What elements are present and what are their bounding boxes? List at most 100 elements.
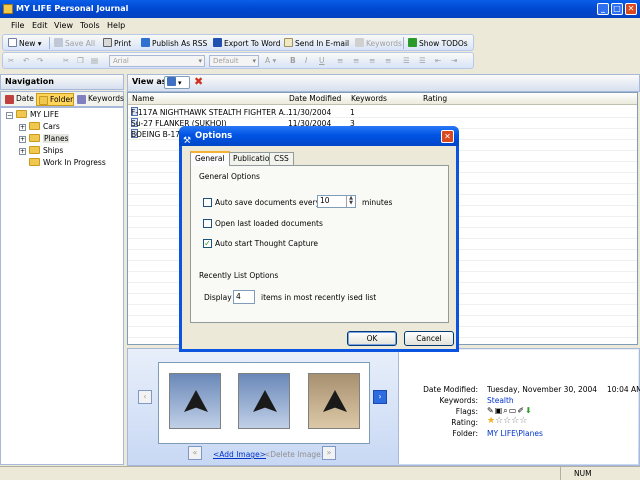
- tree-item-work-in-progress[interactable]: Work In Progress: [29, 158, 106, 168]
- pencil-icon[interactable]: ✐: [517, 406, 525, 415]
- print-button[interactable]: Print: [103, 38, 131, 49]
- tab-folder[interactable]: Folder: [36, 93, 74, 106]
- indent-icon[interactable]: ⇥: [451, 56, 457, 66]
- jet-image: [253, 390, 277, 412]
- tree-item-planes[interactable]: + Planes: [19, 134, 70, 144]
- tab-css[interactable]: CSS: [269, 152, 294, 165]
- spinner-arrows-icon[interactable]: ▲ ▼: [346, 196, 355, 207]
- key-icon: [355, 38, 364, 47]
- tree-item-my-life[interactable]: − MY LIFE: [6, 110, 59, 120]
- cut-icon[interactable]: ✂: [63, 56, 69, 66]
- image-thumbnail[interactable]: [169, 373, 221, 429]
- view-mode-dropdown[interactable]: ▾: [164, 76, 190, 89]
- column-name[interactable]: Name: [132, 94, 154, 103]
- auto-start-checkbox[interactable]: ✓: [203, 239, 212, 248]
- menu-bar: File Edit View Tools Help: [0, 18, 640, 34]
- rating-star-icon[interactable]: ☆: [519, 416, 527, 426]
- table-row[interactable]: F-117A NIGHTHAWK STEALTH FIGHTER A... 11…: [128, 107, 637, 118]
- justify-icon[interactable]: ≡: [385, 56, 391, 66]
- row-name: F-117A NIGHTHAWK STEALTH FIGHTER A...: [131, 108, 291, 117]
- undo-icon[interactable]: ↶: [23, 56, 29, 66]
- status-divider: [560, 467, 561, 480]
- show-todos-button[interactable]: Show TODOs: [408, 38, 468, 49]
- first-image-button[interactable]: «: [188, 446, 202, 460]
- column-date-modified[interactable]: Date Modified: [289, 94, 341, 103]
- publish-rss-button[interactable]: Publish As RSS: [141, 38, 207, 49]
- cancel-button[interactable]: Cancel: [404, 331, 454, 346]
- align-center-icon[interactable]: ≡: [353, 56, 359, 66]
- tree-item-cars[interactable]: + Cars: [19, 122, 60, 132]
- menu-file[interactable]: File: [11, 21, 24, 30]
- menu-view[interactable]: View: [54, 21, 73, 30]
- italic-button[interactable]: I: [305, 56, 307, 66]
- outdent-icon[interactable]: ⇤: [435, 56, 441, 66]
- cut-icon[interactable]: ✂: [8, 56, 14, 66]
- new-button[interactable]: New ▾: [8, 38, 42, 49]
- last-image-button[interactable]: »: [322, 446, 336, 460]
- clear-view-icon[interactable]: ✖: [194, 76, 203, 88]
- ok-button[interactable]: OK: [347, 331, 397, 346]
- folder-value[interactable]: MY LIFE\Planes: [487, 429, 543, 438]
- expand-icon[interactable]: +: [19, 124, 26, 131]
- open-last-checkbox[interactable]: [203, 219, 212, 228]
- paste-icon[interactable]: ▤: [91, 56, 98, 66]
- keywords-value[interactable]: Stealth: [487, 396, 514, 405]
- dialog-close-button[interactable]: ✕: [441, 130, 454, 143]
- prev-image-button[interactable]: ‹: [138, 390, 152, 404]
- image-thumbnail[interactable]: [308, 373, 360, 429]
- export-word-button[interactable]: Export To Word: [213, 38, 281, 49]
- jet-image: [323, 390, 347, 412]
- flags-icons[interactable]: ✎▣⌕▭✐⬇: [487, 406, 533, 416]
- underline-button[interactable]: U: [319, 56, 325, 66]
- bullet-list-icon[interactable]: ☰: [403, 56, 410, 66]
- add-image-link[interactable]: <Add Image>: [213, 450, 266, 459]
- numbered-list-icon[interactable]: ☰: [419, 56, 426, 66]
- rating-stars[interactable]: ★☆☆☆☆: [487, 416, 527, 426]
- keywords-button[interactable]: Keywords: [355, 38, 402, 49]
- font-color-icon[interactable]: A ▾: [265, 56, 276, 66]
- expand-icon[interactable]: +: [19, 136, 26, 143]
- view-list-icon: [167, 77, 176, 86]
- expand-icon[interactable]: +: [19, 148, 26, 155]
- minimize-button[interactable]: _: [597, 3, 609, 15]
- recent-count-field[interactable]: 4: [233, 290, 255, 304]
- rating-star-icon[interactable]: ☆: [495, 416, 503, 426]
- auto-save-interval-stepper[interactable]: 10 ▲ ▼: [317, 195, 356, 208]
- image-strip: [158, 362, 370, 444]
- tree-item-ships[interactable]: + Ships: [19, 146, 63, 156]
- view-bar: View as: ▾ ✖: [127, 74, 640, 92]
- delete-image-link[interactable]: <Delete Image>: [264, 450, 327, 459]
- menu-tools[interactable]: Tools: [80, 21, 100, 30]
- align-right-icon[interactable]: ≡: [369, 56, 375, 66]
- tab-date[interactable]: Date: [3, 93, 35, 106]
- tab-keywords[interactable]: Keywords: [75, 93, 124, 106]
- auto-start-label: Auto start Thought Capture: [215, 239, 318, 248]
- copy-icon[interactable]: ❐: [77, 56, 84, 66]
- auto-save-checkbox[interactable]: [203, 198, 212, 207]
- close-button[interactable]: ✕: [625, 3, 637, 15]
- column-keywords[interactable]: Keywords: [351, 94, 387, 103]
- send-email-button[interactable]: Send In E-mail: [284, 38, 349, 49]
- general-tab-panel: General Options Auto save documents ever…: [190, 165, 449, 323]
- align-left-icon[interactable]: ≡: [337, 56, 343, 66]
- tab-general[interactable]: General: [190, 151, 230, 166]
- next-image-button[interactable]: ›: [373, 390, 387, 404]
- save-all-button[interactable]: Save All: [54, 38, 95, 49]
- column-rating[interactable]: Rating: [423, 94, 447, 103]
- folder-icon: [16, 110, 27, 118]
- menu-help[interactable]: Help: [107, 21, 125, 30]
- redo-icon[interactable]: ↷: [37, 56, 43, 66]
- image-thumbnail[interactable]: [238, 373, 290, 429]
- maximize-button[interactable]: □: [611, 3, 623, 15]
- rating-star-icon[interactable]: ★: [487, 416, 495, 426]
- display-label: Display: [204, 293, 232, 302]
- edit-icon[interactable]: ✎: [487, 406, 495, 415]
- folder-icon: [29, 146, 40, 154]
- font-size-combo[interactable]: Default: [209, 55, 259, 67]
- collapse-icon[interactable]: −: [6, 112, 13, 119]
- menu-edit[interactable]: Edit: [32, 21, 48, 30]
- font-combo[interactable]: Arial: [109, 55, 205, 67]
- bold-button[interactable]: B: [290, 56, 296, 66]
- printer-icon[interactable]: ▣: [495, 406, 504, 415]
- down-arrow-icon[interactable]: ⬇: [525, 406, 533, 415]
